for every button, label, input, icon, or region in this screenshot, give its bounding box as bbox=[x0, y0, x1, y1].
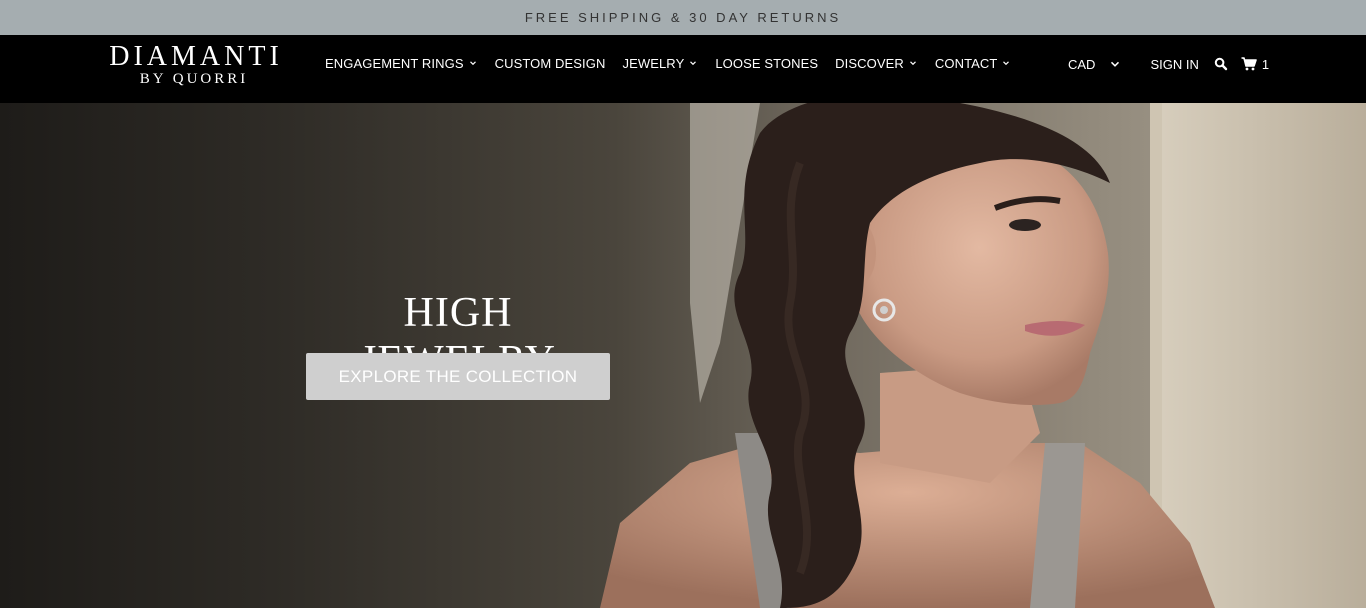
chevron-down-icon bbox=[1001, 58, 1011, 68]
nav-item-label: CONTACT bbox=[934, 55, 998, 71]
main-navigation: DIAMANTI BY QUORRI ENGAGEMENT RINGS CUST… bbox=[0, 35, 1366, 103]
chevron-down-icon bbox=[468, 58, 478, 68]
cart-button[interactable]: 1 bbox=[1241, 57, 1269, 72]
chevron-down-icon bbox=[1110, 59, 1120, 69]
nav-item-contact[interactable]: CONTACT bbox=[935, 56, 1012, 71]
nav-item-loose-stones[interactable]: LOOSE STONES bbox=[715, 56, 818, 71]
nav-item-custom-design[interactable]: CUSTOM DESIGN bbox=[495, 56, 606, 71]
hero-model-image bbox=[600, 103, 1366, 608]
nav-item-label: CUSTOM DESIGN bbox=[494, 55, 606, 71]
explore-collection-label: EXPLORE THE COLLECTION bbox=[338, 366, 578, 386]
nav-item-label: ENGAGEMENT RINGS bbox=[325, 55, 464, 71]
search-icon[interactable] bbox=[1214, 57, 1228, 71]
currency-label: CAD bbox=[1068, 56, 1096, 72]
currency-selector[interactable]: CAD bbox=[1068, 57, 1120, 72]
nav-item-label: DISCOVER bbox=[835, 55, 904, 71]
nav-item-label: LOOSE STONES bbox=[715, 55, 819, 71]
nav-utilities: CAD SIGN IN 1 bbox=[1068, 55, 1269, 73]
announcement-bar: FREE SHIPPING & 30 DAY RETURNS bbox=[0, 0, 1366, 35]
logo[interactable]: DIAMANTI BY QUORRI bbox=[92, 41, 300, 88]
nav-item-label: JEWELRY bbox=[622, 55, 685, 71]
hero-banner: HIGH JEWELRY EXPLORE THE COLLECTION bbox=[0, 103, 1366, 608]
nav-item-jewelry[interactable]: JEWELRY bbox=[622, 56, 698, 71]
chevron-down-icon bbox=[908, 58, 918, 68]
sign-in-link[interactable]: SIGN IN bbox=[1150, 57, 1198, 72]
chevron-down-icon bbox=[688, 58, 698, 68]
logo-line-2: BY QUORRI bbox=[139, 71, 249, 87]
nav-item-discover[interactable]: DISCOVER bbox=[835, 56, 918, 71]
announcement-text: FREE SHIPPING & 30 DAY RETURNS bbox=[524, 10, 842, 25]
cart-count: 1 bbox=[1261, 56, 1270, 72]
nav-item-engagement-rings[interactable]: ENGAGEMENT RINGS bbox=[325, 56, 478, 71]
logo-line-1: DIAMANTI bbox=[109, 41, 283, 72]
cart-icon bbox=[1241, 57, 1257, 71]
nav-menu: ENGAGEMENT RINGS CUSTOM DESIGN JEWELRY L… bbox=[325, 54, 1028, 72]
explore-collection-button[interactable]: EXPLORE THE COLLECTION bbox=[306, 353, 610, 400]
